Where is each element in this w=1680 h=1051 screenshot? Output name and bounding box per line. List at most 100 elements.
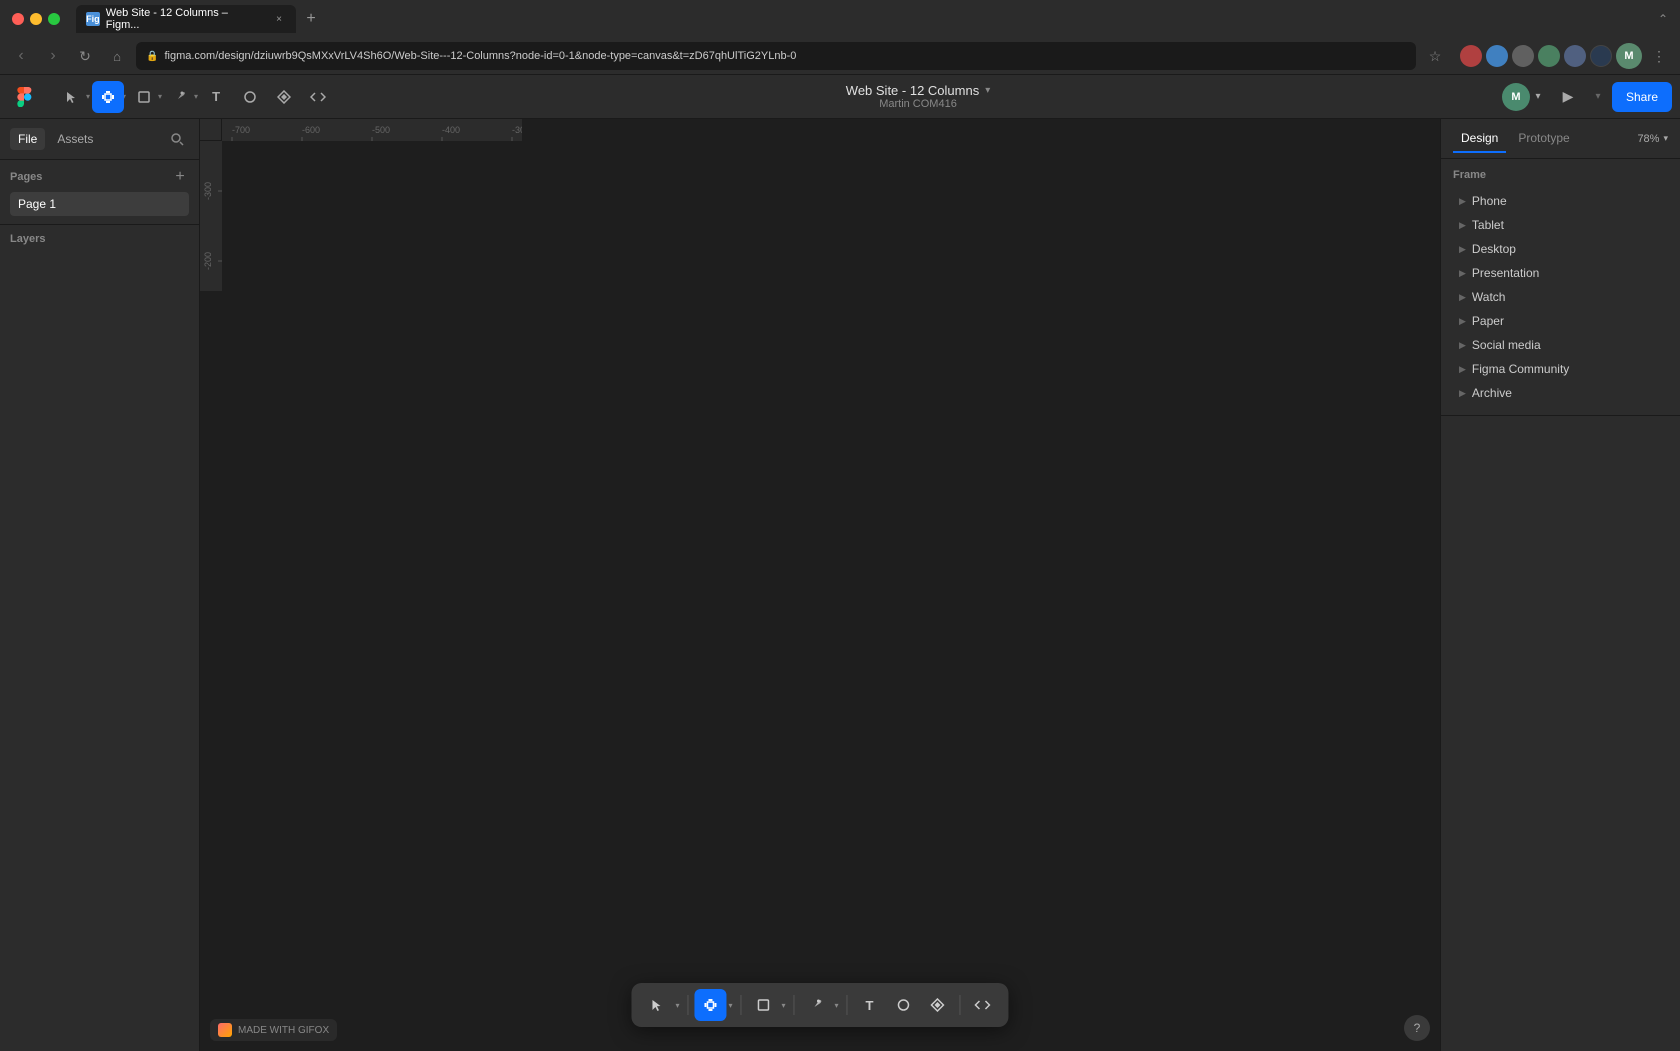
frame-item-archive[interactable]: ▶ Archive	[1453, 381, 1668, 405]
bt-component-button[interactable]	[922, 989, 954, 1021]
ext6-button[interactable]	[1590, 45, 1612, 67]
search-button[interactable]	[165, 127, 189, 151]
ext5-button[interactable]	[1564, 45, 1586, 67]
frame-arrow-desktop: ▶	[1459, 244, 1466, 255]
canvas-area[interactable]: -700 -600 -500 -400 -300 -200 -100 0 100…	[200, 119, 1440, 1051]
canvas-content[interactable]	[222, 141, 1440, 1051]
address-bar[interactable]: 🔒 figma.com/design/dziuwrb9QsMXxVrLV4Sh6…	[136, 42, 1416, 70]
frame-item-desktop[interactable]: ▶ Desktop	[1453, 237, 1668, 261]
window-minimize-button[interactable]	[30, 13, 42, 25]
tab-file[interactable]: File	[10, 128, 45, 150]
bt-move-button[interactable]	[641, 989, 673, 1021]
component-tool-button[interactable]	[268, 81, 300, 113]
bt-frame-button[interactable]	[694, 989, 726, 1021]
move-tool-group: ▾	[56, 81, 90, 113]
frame-item-tablet[interactable]: ▶ Tablet	[1453, 213, 1668, 237]
pages-header: Pages +	[10, 168, 189, 186]
share-button[interactable]: Share	[1612, 82, 1672, 112]
zoom-control[interactable]: 78% ▾	[1637, 133, 1668, 145]
pages-section: Pages + Page 1	[0, 160, 199, 225]
refresh-button[interactable]: ↻	[72, 43, 98, 69]
svg-text:-300: -300	[512, 125, 522, 135]
svg-text:-500: -500	[372, 125, 390, 135]
ext4-button[interactable]	[1538, 45, 1560, 67]
frame-tool-button[interactable]	[92, 81, 124, 113]
svg-text:-400: -400	[442, 125, 460, 135]
frame-section: Frame ▶ Phone ▶ Tablet ▶ Desktop ▶ Prese…	[1441, 159, 1680, 416]
window-maximize-button[interactable]	[48, 13, 60, 25]
avatar-dropdown-button[interactable]: ▾	[1530, 89, 1546, 105]
profile-button[interactable]: M	[1616, 43, 1642, 69]
tab-assets[interactable]: Assets	[49, 128, 101, 150]
ext3-button[interactable]	[1512, 45, 1534, 67]
frame-arrow-social-media: ▶	[1459, 340, 1466, 351]
shape-tool-button[interactable]	[128, 81, 160, 113]
code-tool-button[interactable]	[302, 81, 334, 113]
page-item-page1[interactable]: Page 1	[10, 192, 189, 216]
frame-item-watch[interactable]: ▶ Watch	[1453, 285, 1668, 309]
bt-frame-dropdown[interactable]: ▾	[726, 1001, 734, 1010]
browser-more-button[interactable]: ⌃	[1658, 12, 1668, 26]
bt-pen-button[interactable]	[801, 989, 833, 1021]
ruler-corner	[200, 119, 222, 141]
frame-item-phone[interactable]: ▶ Phone	[1453, 189, 1668, 213]
file-dropdown-icon: ▾	[985, 85, 990, 96]
gifox-label: MADE WITH GIFOX	[238, 1025, 329, 1036]
user-avatar[interactable]: M	[1502, 83, 1530, 111]
window-controls	[12, 13, 60, 25]
ruler-top: -700 -600 -500 -400 -300 -200 -100 0 100…	[222, 119, 522, 141]
figma-logo-button[interactable]	[8, 81, 40, 113]
toolbar-separator-4	[847, 995, 848, 1015]
bt-shape-dropdown[interactable]: ▾	[780, 1001, 788, 1010]
frame-item-paper[interactable]: ▶ Paper	[1453, 309, 1668, 333]
ruler-left: -300 -200 -100 0 100 200 300 400 500 600…	[200, 141, 222, 291]
active-tab[interactable]: Fig Web Site - 12 Columns – Figm... ×	[76, 5, 296, 33]
browser-menu-button[interactable]: ⋮	[1646, 43, 1672, 69]
back-button[interactable]: ‹	[8, 43, 34, 69]
bt-shape-button[interactable]	[748, 989, 780, 1021]
frame-tool-group: ▾	[92, 81, 126, 113]
tab-design[interactable]: Design	[1453, 125, 1506, 153]
bt-move-dropdown[interactable]: ▾	[673, 1001, 681, 1010]
file-title-button[interactable]: Web Site - 12 Columns ▾	[846, 83, 990, 98]
frame-item-social-media[interactable]: ▶ Social media	[1453, 333, 1668, 357]
bt-code-button[interactable]	[967, 989, 999, 1021]
frame-arrow-figma-community: ▶	[1459, 364, 1466, 375]
main-content: File Assets Pages + Page 1	[0, 119, 1680, 1051]
toolbar-left: ▾ ▾ ▾ ▾	[56, 81, 334, 113]
new-tab-button[interactable]: +	[298, 6, 324, 32]
toolbar-separator-3	[794, 995, 795, 1015]
shape-tool-group: ▾	[128, 81, 162, 113]
browser-extensions: M ⋮	[1460, 43, 1672, 69]
forward-button[interactable]: ›	[40, 43, 66, 69]
frame-item-figma-community[interactable]: ▶ Figma Community	[1453, 357, 1668, 381]
window-close-button[interactable]	[12, 13, 24, 25]
ellipse-tool-button[interactable]	[234, 81, 266, 113]
avatar-group: M ▾	[1502, 83, 1546, 111]
pen-tool-button[interactable]	[164, 81, 196, 113]
right-panel: Design Prototype 78% ▾ Frame ▶ Phone ▶ T…	[1440, 119, 1680, 1051]
bt-text-button[interactable]: T	[854, 989, 886, 1021]
home-button[interactable]: ⌂	[104, 43, 130, 69]
lock-icon: 🔒	[146, 51, 158, 62]
bt-ellipse-button[interactable]	[888, 989, 920, 1021]
bookmark-button[interactable]: ☆	[1422, 43, 1448, 69]
ext1-button[interactable]	[1460, 45, 1482, 67]
help-button[interactable]: ?	[1404, 1015, 1430, 1041]
bt-shape-group: ▾	[748, 989, 788, 1021]
ext2-button[interactable]	[1486, 45, 1508, 67]
tab-prototype[interactable]: Prototype	[1510, 125, 1577, 153]
bt-pen-dropdown[interactable]: ▾	[833, 1001, 841, 1010]
right-panel-tabs: Design Prototype 78% ▾	[1441, 119, 1680, 159]
move-tool-button[interactable]	[56, 81, 88, 113]
zoom-dropdown-icon: ▾	[1663, 133, 1668, 144]
add-page-button[interactable]: +	[171, 168, 189, 186]
play-button[interactable]: ▶	[1552, 81, 1584, 113]
tab-close-button[interactable]: ×	[272, 12, 286, 26]
play-dropdown-button[interactable]: ▾	[1590, 89, 1606, 105]
text-tool-button[interactable]: T	[200, 81, 232, 113]
frame-item-presentation[interactable]: ▶ Presentation	[1453, 261, 1668, 285]
figma-app: ▾ ▾ ▾ ▾	[0, 75, 1680, 1051]
layers-section: Layers	[0, 225, 199, 1051]
tab-bar: Fig Web Site - 12 Columns – Figm... × +	[76, 5, 1620, 33]
